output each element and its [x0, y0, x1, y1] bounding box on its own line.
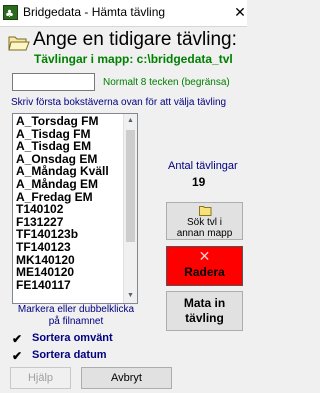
scroll-thumb[interactable]	[126, 130, 135, 242]
sort-date-label: Sortera datum	[32, 349, 107, 361]
competition-list[interactable]: A_Torsdag FM A_Tisdag FM A_Tisdag EM A_Onsd…	[12, 113, 138, 304]
enter-competition-button[interactable]: Mata in tävling	[166, 291, 243, 331]
enter-button-label-2: tävling	[185, 311, 224, 325]
competition-name-input[interactable]	[12, 73, 95, 91]
search-other-folder-button[interactable]: Sök tvl i annan mapp	[166, 202, 243, 240]
select-instruction: Markera eller dubbelklicka på filnamnet	[16, 304, 136, 328]
app-logo-icon: ♣	[3, 5, 18, 20]
list-item[interactable]: A_Torsdag FM	[16, 115, 109, 128]
help-button[interactable]: Hjälp	[10, 367, 71, 389]
title-bar: ♣ Bridgedata - Hämta tävling ✕	[0, 0, 247, 27]
sort-reverse-label: Sortera omvänt	[32, 332, 113, 344]
list-item[interactable]: A_Tisdag EM	[16, 140, 109, 153]
list-scrollbar[interactable]: ▲ ▼	[123, 114, 137, 303]
delete-button[interactable]: ✕ Radera	[166, 246, 243, 286]
open-folder-icon	[8, 34, 30, 54]
list-item[interactable]: A_Måndag EM	[16, 178, 109, 191]
list-item[interactable]: ME140120	[16, 266, 109, 279]
cancel-button[interactable]: Avbryt	[81, 367, 172, 389]
enter-button-label-1: Mata in	[183, 296, 226, 310]
search-button-label-2: annan mapp	[176, 228, 233, 239]
check-icon: ✔	[12, 332, 23, 346]
list-item[interactable]: FE140117	[16, 279, 109, 292]
delete-icon: ✕	[198, 248, 211, 264]
name-hint: Normalt 8 tecken (begränsa)	[103, 77, 230, 88]
window-title: Bridgedata - Hämta tävling	[23, 5, 166, 19]
current-folder-label: Tävlingar i mapp: c:\bridgedata_tvl	[34, 52, 233, 66]
instruction-text: Skriv första bokstäverna ovan för att vä…	[11, 97, 227, 108]
check-icon: ✔	[12, 349, 23, 363]
count-value: 19	[192, 175, 206, 189]
scroll-up-icon[interactable]: ▲	[124, 114, 137, 128]
select-instruction-line-2: på filnamnet	[48, 316, 104, 327]
count-label: Antal tävlingar	[168, 160, 238, 172]
list-item[interactable]: TF140123	[16, 241, 109, 254]
list-item[interactable]: T140102	[16, 203, 109, 216]
svg-text:♣: ♣	[5, 9, 14, 19]
scroll-down-icon[interactable]: ▼	[124, 289, 137, 303]
close-button[interactable]: ✕	[233, 2, 247, 22]
delete-label: Radera	[184, 265, 225, 279]
select-instruction-line-1: Markera eller dubbelklicka	[17, 304, 135, 315]
page-title: Ange en tidigare tävling:	[33, 29, 237, 50]
search-button-label-1: Sök tvl i	[186, 217, 222, 228]
